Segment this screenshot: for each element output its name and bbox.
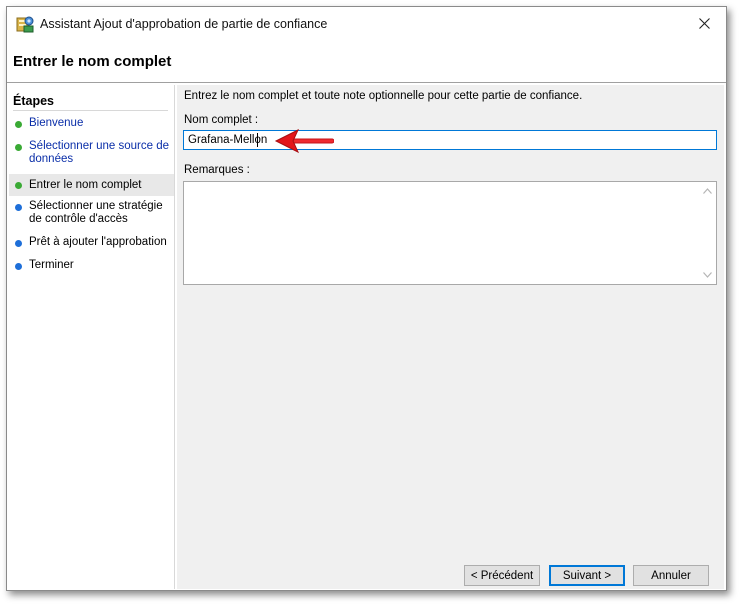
close-button[interactable] [682, 7, 726, 39]
step-status-pending-icon [15, 204, 22, 211]
steps-pane: Étapes Bienvenue Sélectionner une source… [9, 85, 175, 589]
step-status-done-icon [15, 121, 22, 128]
scroll-down-button[interactable] [699, 268, 716, 282]
cancel-button[interactable]: Annuler [633, 565, 709, 586]
step-status-done-icon [15, 144, 22, 151]
previous-button[interactable]: < Précédent [464, 565, 540, 586]
step-status-done-icon [15, 181, 22, 189]
content-pane: Entrez le nom complet et toute note opti… [177, 85, 724, 589]
page-title: Entrer le nom complet [13, 53, 172, 70]
window-title: Assistant Ajout d'approbation de partie … [40, 17, 328, 31]
text-caret [257, 133, 258, 147]
wizard-window: Assistant Ajout d'approbation de partie … [6, 6, 727, 591]
step-select-access-policy: Sélectionner une stratégie de contrôle d… [9, 200, 174, 226]
display-name-label: Nom complet : [184, 114, 259, 126]
notes-scrollbar[interactable] [699, 182, 716, 284]
step-status-pending-icon [15, 240, 22, 247]
step-finish: Terminer [9, 259, 174, 272]
next-button[interactable]: Suivant > [549, 565, 625, 586]
step-ready-to-add: Prêt à ajouter l'approbation [9, 236, 174, 249]
step-label: Bienvenue [29, 117, 84, 129]
step-label: Terminer [29, 259, 74, 271]
page-description: Entrez le nom complet et toute note opti… [184, 90, 583, 102]
title-bar: Assistant Ajout d'approbation de partie … [7, 7, 726, 40]
adfs-wizard-icon [16, 16, 34, 33]
step-label: Sélectionner une stratégie de contrôle d… [29, 200, 163, 225]
scroll-up-button[interactable] [699, 184, 716, 198]
step-status-pending-icon [15, 263, 22, 270]
step-enter-display-name[interactable]: Entrer le nom complet [9, 174, 174, 196]
chevron-down-icon [703, 272, 712, 278]
red-arrow-annotation [274, 128, 334, 154]
step-label: Sélectionner une source de données [29, 140, 170, 165]
display-name-input[interactable] [183, 130, 717, 150]
steps-divider [13, 110, 168, 111]
header-divider [7, 82, 726, 83]
step-label: Entrer le nom complet [29, 178, 142, 191]
step-label: Prêt à ajouter l'approbation [29, 236, 167, 248]
chevron-up-icon [703, 188, 712, 194]
steps-title: Étapes [13, 94, 54, 108]
notes-textarea[interactable] [183, 181, 717, 285]
close-icon [698, 17, 710, 29]
step-bienvenue[interactable]: Bienvenue [9, 117, 174, 130]
notes-label: Remarques : [184, 164, 250, 176]
step-select-data-source[interactable]: Sélectionner une source de données [9, 140, 174, 166]
page-header: Entrer le nom complet [7, 40, 726, 82]
